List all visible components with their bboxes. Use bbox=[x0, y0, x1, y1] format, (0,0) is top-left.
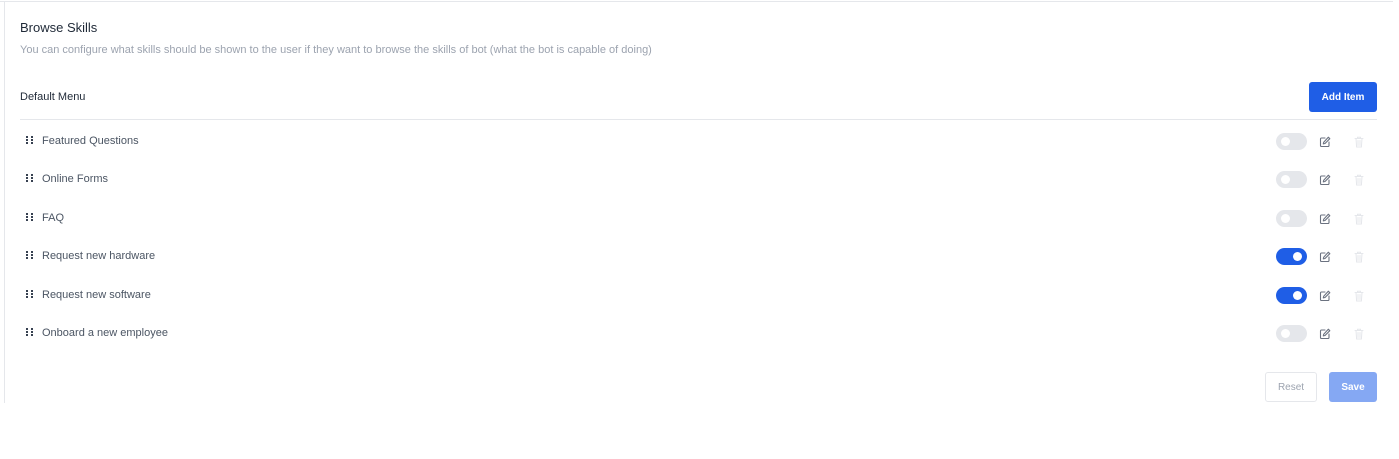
drag-handle-icon[interactable] bbox=[26, 251, 34, 263]
list-item: FAQ bbox=[20, 199, 1377, 237]
toggle-knob bbox=[1281, 137, 1290, 146]
list-item-label: Onboard a new employee bbox=[42, 326, 168, 339]
list-item: Online Forms bbox=[20, 160, 1377, 198]
list-item: Featured Questions bbox=[20, 122, 1377, 160]
add-item-button[interactable]: Add Item bbox=[1309, 82, 1377, 112]
drag-handle-icon[interactable] bbox=[26, 212, 34, 225]
toggle-knob bbox=[1293, 290, 1302, 300]
enable-toggle[interactable] bbox=[1276, 286, 1307, 304]
enable-toggle[interactable] bbox=[1276, 324, 1307, 342]
list-item-label: Online Forms bbox=[42, 173, 109, 186]
edit-icon[interactable] bbox=[1319, 290, 1331, 302]
trash-icon[interactable] bbox=[1354, 174, 1364, 186]
drag-handle-icon[interactable] bbox=[26, 289, 34, 302]
trash-icon[interactable] bbox=[1354, 136, 1364, 148]
list-item-label: Request new hardware bbox=[42, 250, 156, 263]
list-item-label: Request new software bbox=[42, 288, 151, 301]
edit-icon[interactable] bbox=[1319, 251, 1331, 263]
enable-toggle[interactable] bbox=[1276, 133, 1307, 150]
section-divider bbox=[20, 119, 1377, 120]
drag-handle-icon[interactable] bbox=[26, 327, 34, 340]
edit-icon[interactable] bbox=[1319, 328, 1331, 340]
reset-button[interactable]: Reset bbox=[1265, 372, 1317, 402]
toggle-knob bbox=[1281, 328, 1290, 338]
edit-icon[interactable] bbox=[1319, 174, 1331, 186]
page-subtitle: You can configure what skills should be … bbox=[20, 44, 652, 56]
drag-handle-icon[interactable] bbox=[26, 174, 34, 186]
skill-list: Featured Questions Online Forms FAQ Request… bbox=[20, 122, 1377, 352]
trash-icon[interactable] bbox=[1354, 290, 1364, 302]
toggle-knob bbox=[1281, 175, 1290, 185]
toggle-knob bbox=[1281, 213, 1290, 223]
trash-icon[interactable] bbox=[1354, 328, 1364, 340]
section-title: Default Menu bbox=[20, 91, 86, 103]
drag-handle-icon[interactable] bbox=[26, 136, 34, 148]
edit-icon[interactable] bbox=[1319, 213, 1331, 225]
page-title: Browse Skills bbox=[20, 20, 98, 35]
enable-toggle[interactable] bbox=[1276, 248, 1307, 266]
edit-icon[interactable] bbox=[1319, 136, 1331, 148]
list-item: Request new software bbox=[20, 276, 1377, 314]
trash-icon[interactable] bbox=[1354, 251, 1364, 263]
enable-toggle[interactable] bbox=[1276, 171, 1307, 189]
list-item: Request new hardware bbox=[20, 237, 1377, 275]
list-item-label: FAQ bbox=[42, 211, 65, 224]
list-item-label: Featured Questions bbox=[42, 135, 139, 147]
enable-toggle[interactable] bbox=[1276, 209, 1307, 227]
trash-icon[interactable] bbox=[1354, 213, 1364, 225]
browse-skills-panel: Browse Skills You can configure what ski… bbox=[4, 2, 1393, 403]
save-button[interactable]: Save bbox=[1329, 372, 1377, 402]
list-item: Onboard a new employee bbox=[20, 314, 1377, 352]
toggle-knob bbox=[1293, 252, 1302, 262]
